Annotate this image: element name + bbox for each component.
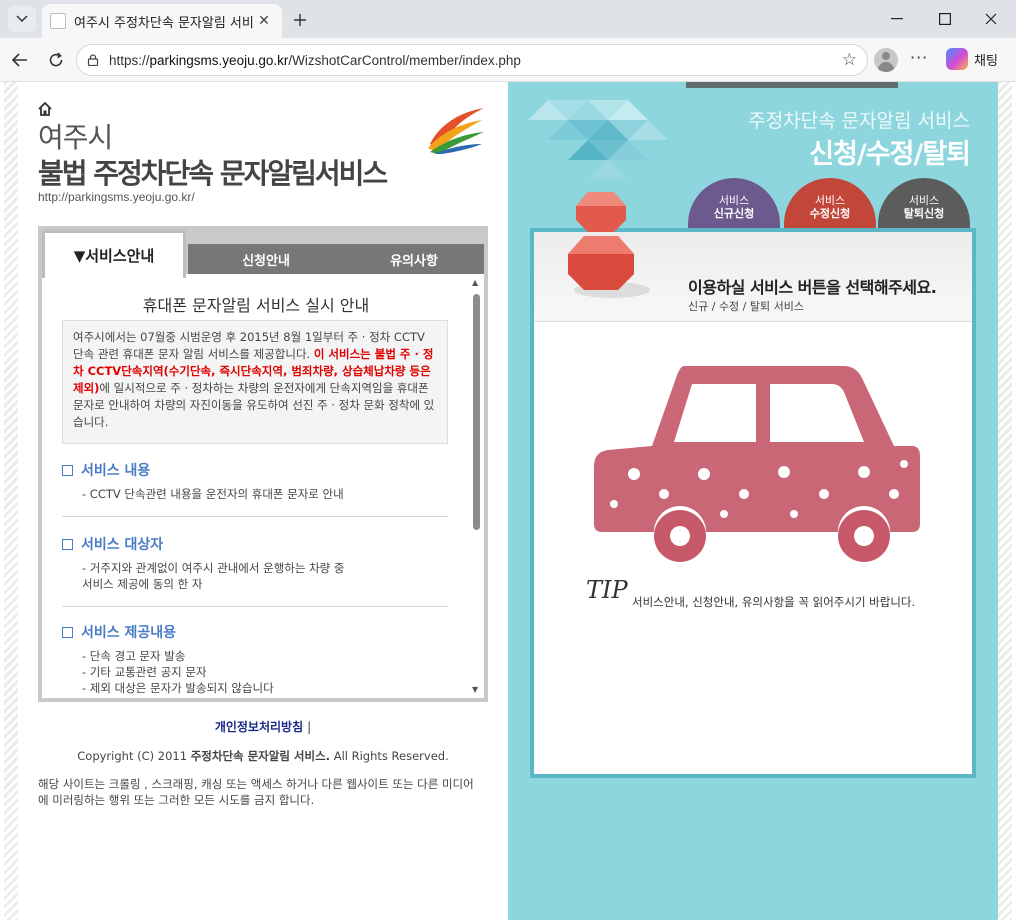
plus-icon [294,14,306,26]
address-bar: https://parkingsms.yeoju.go.kr/WizshotCa… [0,38,1016,82]
url-scheme: https:// [109,52,150,68]
withdraw-application-button[interactable]: 서비스 탈퇴신청 [878,178,970,234]
button-label-bottom: 수정신청 [809,207,851,220]
copyright-prefix: Copyright (C) 2011 [77,749,191,763]
square-bullet-icon [62,626,73,638]
url-host: parkingsms.yeoju.go.kr [149,52,289,68]
tab-title: 여주시 주정차단속 문자알림 서비스 [74,15,254,31]
tab-service-info[interactable]: ▼서비스안내 [42,230,186,278]
apply-title: 신청/수정/탈퇴 [809,139,971,170]
content-title: 휴대폰 문자알림 서비스 실시 안내 [142,296,370,315]
lock-icon[interactable] [87,54,99,66]
section-line: - 단속 경고 문자 발송 [82,649,186,663]
url-path: /WizshotCarControl/member/index.php [288,52,521,68]
site-url[interactable]: http://parkingsms.yeoju.go.kr/ [38,190,195,204]
top-accent-bar [686,82,898,88]
close-icon [985,13,997,25]
notice-box: 여주시에서는 07월중 시범운영 후 2015년 8월 1일부터 주 · 정차 … [62,320,448,444]
button-label-bottom: 탈퇴신청 [903,207,945,220]
chevron-down-icon [16,15,28,23]
url-input[interactable]: https://parkingsms.yeoju.go.kr/WizshotCa… [76,44,868,76]
privacy-policy-row: 개인정보처리방침 | [18,718,508,735]
apply-prompt-sub: 신규 / 수정 / 탈퇴 서비스 [688,300,804,313]
button-label-bottom: 신규신청 [713,207,755,220]
copyright-name: 주정차단속 문자알림 서비스. [190,749,331,763]
section-line: - CCTV 단속관련 내용을 운전자의 휴대폰 문자로 안내 [82,487,344,501]
right-panel: 주정차단속 문자알림 서비스 신청/수정/탈퇴 서비스 신규신청 서비스 수정신… [508,82,998,920]
section-service-target: 서비스 대상자 - 거주지와 관계없이 여주시 관내에서 운행하는 차량 중 서… [62,534,448,592]
apply-subtitle: 주정차단속 문자알림 서비스 [748,110,970,132]
button-label-top: 서비스 [718,194,750,207]
section-divider [62,606,448,607]
button-label-top: 서비스 [814,194,846,207]
new-tab-button[interactable] [288,8,312,32]
url-text: https://parkingsms.yeoju.go.kr/WizshotCa… [109,53,521,68]
reload-icon [49,52,63,67]
tab-notice[interactable]: 유의사항 [344,244,484,274]
section-divider [62,516,448,517]
footer-separator: | [307,720,312,734]
copilot-label: 채팅 [974,53,998,69]
service-info-content: 휴대폰 문자알림 서비스 실시 안내 여주시에서는 07월중 시범운영 후 20… [42,274,484,698]
tab-list-button[interactable] [8,6,36,32]
info-tab-strip: ▼서비스안내 신청안내 유의사항 [42,230,484,278]
section-service-provided: 서비스 제공내용 - 단속 경고 문자 발송 - 기타 교통관련 공지 문자 -… [62,622,448,696]
scroll-down-icon[interactable]: ▼ [472,685,478,694]
scrollbar-thumb[interactable] [473,294,480,530]
modify-application-button[interactable]: 서비스 수정신청 [784,178,876,234]
profile-avatar[interactable] [874,48,898,72]
new-application-button[interactable]: 서비스 신규신청 [688,178,780,234]
section-heading: 서비스 대상자 [81,537,164,553]
back-icon [12,53,27,67]
maximize-icon [939,13,951,25]
info-tabs-box: ▼서비스안내 신청안내 유의사항 휴대폰 문자알림 서비스 실시 안내 여주시에… [38,226,488,702]
star-icon[interactable]: ☆ [842,50,857,70]
section-heading: 서비스 내용 [81,463,151,479]
left-panel: 여주시 불법 주정차단속 문자알림서비스 http://parkingsms.y… [18,82,508,920]
tab-apply-info[interactable]: 신청안내 [188,244,344,274]
browser-tab[interactable]: 여주시 주정차단속 문자알림 서비스 ✕ [42,4,282,38]
red-pawn-icon [568,192,650,298]
car-illustration [594,366,920,562]
page-icon [50,13,66,29]
legal-notice: 해당 사이트는 크롤링 , 스크래핑, 캐싱 또는 액세스 하거나 다른 웹사이… [38,777,474,807]
notice-text-continued: 에 일시적으로 주 · 정차하는 차량의 운전자에게 단속지역임을 휴대폰 문자… [73,381,435,429]
section-line: - 기타 교통관련 공지 문자 [82,665,207,679]
square-bullet-icon [62,538,73,550]
back-button[interactable] [6,46,34,74]
maximize-button[interactable] [922,6,968,32]
content-scrollbar[interactable]: ▲ ▼ [470,278,482,694]
page-border-left [4,82,18,920]
service-title: 불법 주정차단속 문자알림서비스 [38,157,388,190]
minimize-button[interactable] [874,6,920,32]
page-border-right [998,82,1012,920]
page-viewport: 여주시 불법 주정차단속 문자알림서비스 http://parkingsms.y… [0,82,1016,920]
button-label-top: 서비스 [908,194,940,207]
apply-card: 이용하실 서비스 버튼을 선택해주세요. 신규 / 수정 / 탈퇴 서비스 TI… [530,228,976,778]
scroll-up-icon[interactable]: ▲ [472,278,478,287]
section-heading: 서비스 제공내용 [81,625,177,641]
close-icon[interactable]: ✕ [254,13,274,29]
apply-prompt: 이용하실 서비스 버튼을 선택해주세요. [688,278,937,297]
section-line: 서비스 제공에 동의 한 자 [82,577,203,591]
yeoju-logo [428,108,484,154]
more-menu-button[interactable]: ··· [910,48,928,67]
copyright: Copyright (C) 2011 주정차단속 문자알림 서비스. All R… [18,748,508,764]
tip-label: TIP [586,576,628,604]
city-name: 여주시 [38,121,113,154]
minimize-icon [891,18,903,20]
privacy-policy-link[interactable]: 개인정보처리방침 [215,720,303,734]
reload-button[interactable] [42,46,70,74]
copilot-icon [946,48,968,70]
section-service-content: 서비스 내용 - CCTV 단속관련 내용을 운전자의 휴대폰 문자로 안내 [62,460,448,502]
copyright-suffix: All Rights Reserved. [330,749,449,763]
close-window-button[interactable] [968,6,1014,32]
home-icon[interactable] [38,102,52,116]
section-line: - 거주지와 관계없이 여주시 관내에서 운행하는 차량 중 [82,561,345,575]
tab-bar: 여주시 주정차단속 문자알림 서비스 ✕ [0,0,1016,38]
section-line: - 제외 대상은 문자가 발송되지 않습니다 [82,681,274,695]
copilot-chat-button[interactable]: 채팅 [946,48,998,70]
tip-text: 서비스안내, 신청안내, 유의사항을 꼭 읽어주시기 바랍니다. [632,595,916,609]
square-bullet-icon [62,464,73,476]
